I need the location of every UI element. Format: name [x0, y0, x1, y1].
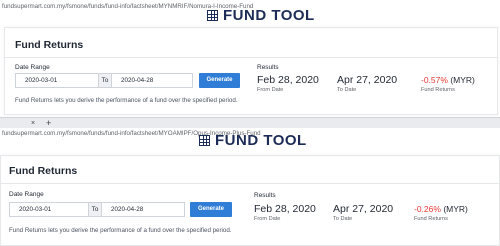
fund-return-currency: (MYR)	[443, 204, 468, 214]
description-text: Fund Returns lets you derive the perform…	[15, 97, 238, 104]
from-date-input[interactable]: 2020-03-01	[9, 202, 89, 217]
top-browser-window: fundsupermart.com.my/fsmone/funds/fund-i…	[0, 0, 500, 117]
to-separator: To	[88, 202, 102, 217]
fund-return-caption: Fund Returns	[421, 87, 455, 93]
fund-return-value: -0.26%	[414, 204, 441, 214]
description-text: Fund Returns lets you derive the perform…	[9, 227, 232, 234]
generate-button[interactable]: Generate	[190, 202, 232, 217]
result-to-caption: To Date	[333, 216, 353, 222]
results-label: Results	[257, 64, 279, 71]
date-range-label: Date Range	[9, 191, 44, 198]
to-date-input[interactable]: 2020-04-28	[111, 73, 193, 88]
result-from-caption: From Date	[257, 87, 284, 93]
results-label: Results	[254, 192, 276, 199]
card-divider	[5, 57, 497, 58]
calculator-icon	[199, 135, 210, 146]
fund-return: -0.57% (MYR)	[421, 75, 475, 85]
result-from-date: Feb 28, 2020	[254, 203, 316, 215]
fund-tool-title: FUND TOOL	[215, 132, 307, 149]
fund-returns-card: Fund Returns Date Range 2020-03-01 To 20…	[4, 27, 498, 115]
result-from-date: Feb 28, 2020	[257, 74, 319, 86]
card-title: Fund Returns	[15, 39, 84, 51]
to-separator: To	[98, 73, 112, 88]
card-title: Fund Returns	[9, 165, 78, 177]
bottom-browser-window: fundsupermart.com.my/fsmone/funds/fund-i…	[0, 128, 500, 246]
fund-tool-title: FUND TOOL	[223, 7, 315, 24]
fund-tool-header: FUND TOOL	[207, 7, 315, 24]
result-to-date: Apr 27, 2020	[337, 74, 398, 86]
to-date-input[interactable]: 2020-04-28	[101, 202, 185, 217]
result-to-caption: To Date	[337, 87, 357, 93]
card-divider	[1, 183, 500, 184]
fund-returns-card: Fund Returns Date Range 2020-03-01 To 20…	[0, 155, 500, 246]
fund-return-caption: Fund Returns	[414, 216, 448, 222]
fund-return-value: -0.57%	[421, 75, 448, 85]
date-range-label: Date Range	[15, 64, 50, 71]
fund-return: -0.26% (MYR)	[414, 204, 468, 214]
from-date-input[interactable]: 2020-03-01	[15, 73, 99, 88]
new-tab-icon[interactable]: +	[46, 118, 51, 128]
calculator-icon	[207, 10, 218, 21]
generate-button[interactable]: Generate	[199, 73, 240, 88]
result-to-date: Apr 27, 2020	[333, 203, 394, 215]
result-from-caption: From Date	[254, 216, 281, 222]
fund-return-currency: (MYR)	[450, 75, 475, 85]
fund-tool-header: FUND TOOL	[199, 132, 307, 149]
browser-tab-strip: × +	[0, 117, 500, 128]
